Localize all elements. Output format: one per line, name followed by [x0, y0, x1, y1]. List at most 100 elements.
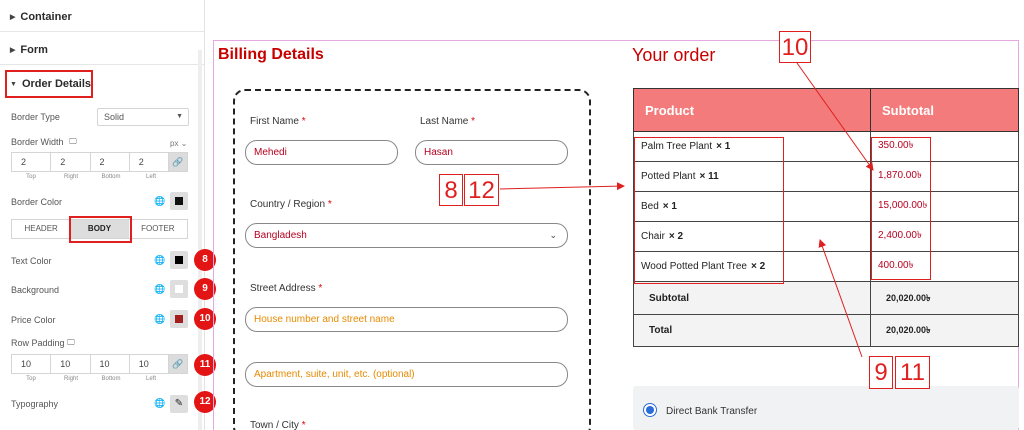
- label-text: Country / Region: [250, 199, 326, 210]
- border-width-top[interactable]: 2: [12, 153, 52, 171]
- dim-label-right: Right: [63, 376, 78, 382]
- label-text: Town / City: [250, 420, 299, 430]
- street-label: Street Address *: [250, 283, 322, 294]
- total-label: Total: [633, 314, 871, 347]
- required-mark: *: [301, 116, 306, 127]
- row-padding-right[interactable]: 10: [51, 355, 91, 373]
- text-color-label: Text Color: [11, 256, 52, 266]
- dim-label-bottom: Bottom: [101, 174, 121, 180]
- first-name-label: First Name *: [250, 116, 306, 127]
- subtotal-label: Subtotal: [633, 281, 871, 315]
- label-text: Last Name: [420, 116, 469, 127]
- border-width-bottom[interactable]: 2: [91, 153, 130, 171]
- globe-icon[interactable]: 🌐: [152, 281, 168, 297]
- section-label: Form: [20, 44, 48, 56]
- globe-icon[interactable]: 🌐: [152, 311, 168, 327]
- chevron-down-icon: ▼: [176, 113, 183, 120]
- link-icon[interactable]: 🔗: [169, 355, 187, 373]
- last-name-field[interactable]: Hasan: [415, 140, 568, 165]
- total-value: 20,020.00৳: [870, 314, 1019, 347]
- row-padding-bottom[interactable]: 10: [91, 355, 130, 373]
- required-mark: *: [471, 116, 476, 127]
- country-select[interactable]: Bangladesh ⌄: [245, 223, 568, 248]
- border-width-label: Border Width: [11, 137, 64, 147]
- text-color-picker[interactable]: [170, 251, 188, 269]
- annotation-label-11: 11: [895, 356, 930, 389]
- row-padding-top[interactable]: 10: [12, 355, 52, 373]
- order-title: Your order: [632, 45, 716, 65]
- highlight-box: [69, 216, 132, 243]
- globe-icon[interactable]: 🌐: [152, 395, 168, 411]
- required-mark: *: [301, 420, 306, 430]
- dim-label-left: Left: [145, 376, 156, 382]
- price-color-picker[interactable]: [170, 310, 188, 328]
- payment-radio[interactable]: [646, 406, 654, 414]
- border-width-right[interactable]: 2: [51, 153, 91, 171]
- border-color-picker[interactable]: [170, 192, 188, 210]
- caret-right-icon: ▶: [10, 47, 16, 54]
- annotation-label-8: 8: [439, 174, 463, 206]
- subtotal-value: 20,020.00৳: [870, 281, 1019, 315]
- background-label: Background: [11, 285, 60, 295]
- annotation-box-products: [634, 137, 784, 284]
- required-mark: *: [327, 199, 332, 210]
- apartment-field[interactable]: Apartment, suite, unit, etc. (optional): [245, 362, 568, 387]
- monitor-icon[interactable]: 🖵: [69, 137, 77, 147]
- dimension-labels: Top Right Bottom Left: [11, 174, 171, 180]
- annotation-label-9: 9: [869, 356, 893, 389]
- section-label: Container: [20, 11, 72, 23]
- dim-label-left: Left: [145, 174, 156, 180]
- border-type-label: Border Type: [11, 112, 60, 122]
- last-name-label: Last Name *: [420, 116, 475, 127]
- dim-label-top: Top: [26, 376, 36, 382]
- payment-methods: Direct Bank Transfer: [633, 386, 1019, 430]
- row-padding-label: Row Padding: [11, 338, 65, 348]
- dim-label-right: Right: [63, 174, 78, 180]
- table-header-row: Product Subtotal: [633, 88, 1019, 132]
- payment-label[interactable]: Direct Bank Transfer: [666, 406, 757, 417]
- subtotal-row: Subtotal 20,020.00৳: [633, 281, 1019, 315]
- section-container[interactable]: ▶ Container: [10, 11, 72, 23]
- unit-selector[interactable]: px ⌄: [170, 139, 187, 148]
- dim-label-top: Top: [26, 174, 36, 180]
- border-color-label: Border Color: [11, 197, 63, 207]
- settings-panel: ▶ Container ▶ Form ▼ Order Details Borde…: [0, 0, 205, 430]
- tab-header[interactable]: HEADER: [12, 220, 70, 238]
- color-swatch: [175, 285, 183, 293]
- country-label: Country / Region *: [250, 199, 332, 210]
- header-subtotal: Subtotal: [870, 88, 1019, 132]
- color-swatch: [175, 256, 183, 264]
- typography-label: Typography: [11, 399, 59, 409]
- dim-label-bottom: Bottom: [101, 376, 121, 382]
- chevron-down-icon: ⌄: [549, 230, 557, 240]
- total-row: Total 20,020.00৳: [633, 314, 1019, 347]
- required-mark: *: [318, 283, 323, 294]
- row-padding-left[interactable]: 10: [130, 355, 169, 373]
- annotation-label-10: 10: [779, 31, 811, 63]
- annotation-label-12: 12: [464, 174, 499, 206]
- pencil-icon[interactable]: ✎: [170, 395, 188, 413]
- globe-icon[interactable]: 🌐: [152, 252, 168, 268]
- divider: [0, 64, 204, 65]
- first-name-field[interactable]: Mehedi: [245, 140, 398, 165]
- highlight-box: [5, 70, 93, 98]
- link-icon[interactable]: 🔗: [169, 153, 187, 171]
- price-color-label: Price Color: [11, 315, 56, 325]
- annotation-box-prices: [871, 137, 931, 280]
- town-label: Town / City *: [250, 420, 306, 430]
- billing-title: Billing Details: [218, 46, 324, 63]
- section-form[interactable]: ▶ Form: [10, 44, 48, 56]
- monitor-icon[interactable]: 🖵: [67, 338, 75, 348]
- border-type-value: Solid: [104, 112, 125, 122]
- background-color-picker[interactable]: [170, 280, 188, 298]
- unit-value: px: [170, 139, 179, 148]
- label-text: Street Address: [250, 283, 316, 294]
- border-type-select[interactable]: Solid ▼: [97, 108, 189, 126]
- street-address-field[interactable]: House number and street name: [245, 307, 568, 332]
- country-value: Bangladesh: [254, 230, 307, 241]
- border-width-left[interactable]: 2: [130, 153, 169, 171]
- row-padding-inputs: 10 10 10 10 🔗: [11, 354, 188, 374]
- border-width-inputs: 2 2 2 2 🔗: [11, 152, 188, 172]
- tab-footer[interactable]: FOOTER: [129, 220, 187, 238]
- globe-icon[interactable]: 🌐: [152, 193, 168, 209]
